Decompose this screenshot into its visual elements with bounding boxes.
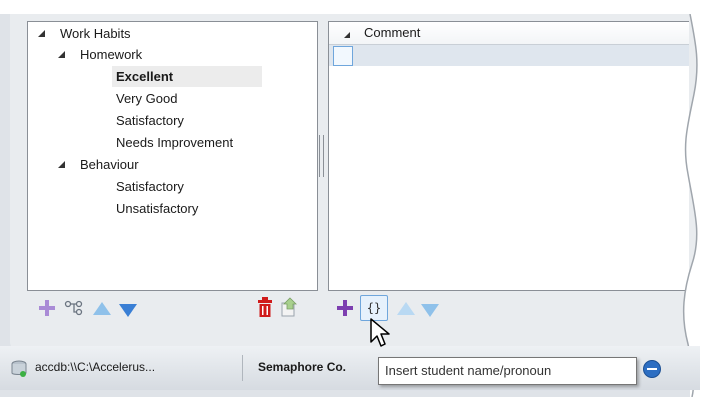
- status-divider: [242, 355, 243, 381]
- tree-item-satisfactory[interactable]: Satisfactory: [116, 110, 184, 131]
- database-icon: [10, 360, 28, 378]
- connection-string: accdb:\\C:\Accelerus...: [35, 360, 156, 374]
- tree-item-unsatisfactory[interactable]: Unsatisfactory: [116, 198, 198, 219]
- tree-item-label: Behaviour: [80, 157, 139, 172]
- tree-item-satisfactory-2[interactable]: Satisfactory: [116, 176, 184, 197]
- school-name: Semaphore Co.: [258, 360, 347, 374]
- tree-item-label: Needs Improvement: [116, 135, 234, 150]
- tree-item-label: Satisfactory: [116, 113, 184, 128]
- close-circle-icon[interactable]: [643, 360, 661, 378]
- grid-row[interactable]: [329, 45, 689, 66]
- expand-triangle-icon[interactable]: [38, 30, 45, 37]
- tree-item-label: Very Good: [116, 91, 178, 106]
- tree-item-needs-improvement[interactable]: Needs Improvement: [116, 132, 233, 153]
- torn-edge-graphic: [682, 14, 709, 397]
- row-selector-cell[interactable]: [333, 46, 353, 66]
- category-tree[interactable]: Work Habits Homework Excellent Very Good…: [27, 21, 318, 291]
- up-arrow-shape: [93, 301, 111, 315]
- move-down-icon[interactable]: [118, 300, 138, 320]
- sort-triangle-icon[interactable]: [344, 32, 350, 38]
- tree-item-very-good[interactable]: Very Good: [116, 88, 177, 109]
- database-icon-graphic: [11, 360, 27, 377]
- grid-header: Comment: [329, 22, 689, 45]
- expand-triangle-icon[interactable]: [58, 51, 65, 58]
- trash-icon-graphic: [258, 297, 272, 317]
- panel-splitter[interactable]: [319, 135, 324, 177]
- tree-item-label: Excellent: [116, 69, 174, 84]
- add-comment-plus-icon[interactable]: [335, 298, 355, 318]
- column-header-comment[interactable]: Comment: [364, 25, 420, 40]
- expand-triangle-icon[interactable]: [58, 161, 65, 168]
- move-comment-down-icon[interactable]: [420, 300, 440, 320]
- tooltip: Insert student name/pronoun: [378, 357, 637, 385]
- tree-item-label: Work Habits: [60, 26, 131, 41]
- up-arrow-shape: [397, 301, 415, 315]
- move-comment-up-icon[interactable]: [396, 298, 416, 318]
- tree-item-label: Satisfactory: [116, 179, 184, 194]
- tree-item-label: Unsatisfactory: [116, 201, 199, 216]
- delete-trash-icon[interactable]: [255, 297, 275, 317]
- export-icon[interactable]: [279, 297, 299, 317]
- down-arrow-shape: [421, 303, 439, 317]
- mouse-cursor-icon: [370, 318, 390, 347]
- comment-grid[interactable]: Comment: [328, 21, 689, 291]
- link-nodes-icon[interactable]: [64, 298, 84, 318]
- editor-panel: Work Habits Homework Excellent Very Good…: [10, 14, 700, 350]
- link-nodes-icon-graphic: [64, 300, 83, 316]
- minus-bar: [647, 368, 657, 370]
- tree-item-excellent[interactable]: Excellent: [112, 66, 262, 87]
- export-icon-graphic: [281, 297, 297, 317]
- add-plus-icon[interactable]: [37, 298, 57, 318]
- app-window: Work Habits Homework Excellent Very Good…: [0, 14, 709, 397]
- tree-item-label: Homework: [80, 47, 143, 62]
- braces-glyph: {}: [366, 301, 382, 315]
- down-arrow-shape: [119, 303, 137, 317]
- move-up-icon[interactable]: [92, 298, 112, 318]
